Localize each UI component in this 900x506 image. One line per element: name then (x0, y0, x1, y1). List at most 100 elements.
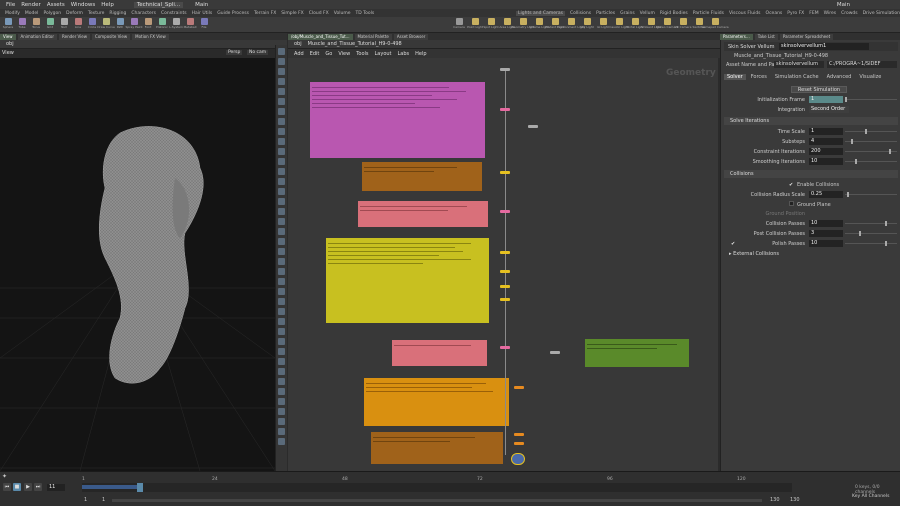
tool-caustic-light[interactable]: Caustic Light (609, 17, 629, 32)
network-tool-icon[interactable] (278, 118, 285, 125)
start-frame-field-2[interactable]: 1 (102, 497, 105, 503)
tool-spot-light[interactable]: Spot Light (483, 17, 499, 32)
node-yellow[interactable] (500, 171, 510, 174)
tool-line[interactable]: Line (72, 17, 84, 32)
network-tool-icon[interactable] (278, 338, 285, 345)
shelf-tab-cloud-fx[interactable]: Cloud FX (309, 11, 329, 16)
collision-radius-field[interactable]: 0.25 (809, 191, 843, 198)
sticky-note-green[interactable] (585, 339, 689, 367)
asset-path-field[interactable]: C:/PROGRA~1/SIDEF (827, 61, 897, 68)
tool-null[interactable]: Null (58, 17, 70, 32)
post-collision-passes-field[interactable]: 3 (809, 230, 843, 237)
external-collisions-section[interactable]: ▸ External Collisions (729, 251, 779, 257)
network-tool-icon[interactable] (278, 48, 285, 55)
tool-metaball[interactable]: Metaball (184, 17, 196, 32)
tab-view[interactable]: View (0, 33, 16, 40)
network-tool-icon[interactable] (278, 98, 285, 105)
constraint-iterations-slider[interactable] (845, 149, 897, 154)
init-frame-slider[interactable] (845, 97, 897, 102)
network-path-obj[interactable]: obj (294, 41, 302, 47)
network-menu-layout[interactable]: Layout (375, 51, 392, 57)
tool-environment-light[interactable]: Environment Light (557, 17, 585, 32)
shelf-tab-modify[interactable]: Modify (5, 11, 20, 16)
shelf-tab-particle-fluids[interactable]: Particle Fluids (693, 11, 724, 16)
sticky-note-yellow[interactable] (326, 238, 489, 323)
menu-assets[interactable]: Assets (47, 2, 65, 8)
shelf-tab-wires[interactable]: Wires (824, 11, 836, 16)
network-tool-icon[interactable] (278, 188, 285, 195)
menu-file[interactable]: File (6, 2, 15, 8)
shelf-tab-constraints[interactable]: Constraints (161, 11, 187, 16)
sticky-note-brown[interactable] (362, 162, 482, 191)
network-tool-icon[interactable] (278, 278, 285, 285)
network-tool-icon[interactable] (278, 58, 285, 65)
network-tool-icon[interactable] (278, 328, 285, 335)
node-object-merge[interactable] (500, 68, 510, 71)
network-tool-icon[interactable] (278, 208, 285, 215)
tool-font[interactable]: Font (142, 17, 154, 32)
node-side-2[interactable] (550, 351, 560, 354)
network-tool-icon[interactable] (278, 228, 285, 235)
tool-point-light[interactable]: Point Light (467, 17, 483, 32)
tab-render-view[interactable]: Render View (59, 33, 91, 40)
shelf-tab-texture[interactable]: Texture (88, 11, 104, 16)
tab-material-palette[interactable]: Material Palette (354, 33, 392, 40)
persp-menu[interactable]: Persp (226, 50, 243, 55)
shelf-tab-particles[interactable]: Particles (596, 11, 615, 16)
network-tool-icon[interactable] (278, 78, 285, 85)
shelf-tab-deform[interactable]: Deform (66, 11, 83, 16)
network-tool-icon[interactable] (278, 148, 285, 155)
collisions-section[interactable]: Collisions (724, 170, 898, 178)
play-button[interactable]: ▶ (24, 483, 32, 491)
tab-obj-muscle-and-tissue-tut[interactable]: /obj/Muscle_and_Tissue_Tut... (288, 33, 353, 40)
tool-file[interactable]: File (198, 17, 210, 32)
shelf-tab-characters[interactable]: Characters (131, 11, 156, 16)
network-menu-help[interactable]: Help (415, 51, 426, 57)
time-scale-field[interactable]: 1 (809, 128, 843, 135)
node-pink-2[interactable] (500, 210, 510, 213)
3d-viewport[interactable] (0, 58, 275, 471)
network-menu-labs[interactable]: Labs (398, 51, 410, 57)
tool-geometry-light[interactable]: Geometry Light (511, 17, 535, 32)
tool-path[interactable]: Path (114, 17, 126, 32)
tool-sky-light[interactable]: Sky Light (580, 17, 594, 32)
network-tool-icon[interactable] (278, 108, 285, 115)
jump-end-button[interactable]: ⏭ (34, 483, 42, 491)
polish-passes-slider[interactable] (845, 241, 897, 246)
network-menu-go[interactable]: Go (325, 51, 332, 57)
sticky-note-orange[interactable] (364, 378, 509, 426)
desktop-main-right[interactable]: Main (837, 2, 850, 8)
asset-name-field[interactable]: skinsolvervellum (774, 61, 824, 68)
network-tool-icon[interactable] (278, 418, 285, 425)
smoothing-iterations-slider[interactable] (845, 159, 897, 164)
node-pink[interactable] (500, 108, 510, 111)
network-tool-icon[interactable] (278, 288, 285, 295)
network-tool-icon[interactable] (278, 168, 285, 175)
network-tool-icon[interactable] (278, 368, 285, 375)
tab-parameter-spreadsheet[interactable]: Parameter Spreadsheet (779, 33, 834, 40)
network-tool-icon[interactable] (278, 428, 285, 435)
node-orange[interactable] (514, 386, 524, 389)
network-tool-icon[interactable] (278, 388, 285, 395)
tool-sphere[interactable]: Sphere (2, 17, 14, 32)
desktop-main[interactable]: Main (195, 2, 208, 8)
time-scale-slider[interactable] (845, 129, 897, 134)
network-tool-icon[interactable] (278, 68, 285, 75)
tool-l-system[interactable]: L-System (169, 17, 183, 32)
tab-animation-editor[interactable]: Animation Editor (17, 33, 58, 40)
enable-collisions-checkbox[interactable]: ✔ (789, 182, 793, 188)
node-yellow-3[interactable] (500, 270, 510, 273)
sticky-note-magenta[interactable] (310, 82, 485, 158)
network-tool-icon[interactable] (278, 378, 285, 385)
tab-parameters[interactable]: Parameters... (720, 33, 753, 40)
end-frame-field[interactable]: 130 (770, 497, 780, 503)
network-tool-icon[interactable] (278, 398, 285, 405)
network-editor[interactable]: Geometry (288, 58, 718, 471)
shelf-tab-volume[interactable]: Volume (334, 11, 351, 16)
network-tool-icon[interactable] (278, 298, 285, 305)
node-orange-3[interactable] (514, 442, 524, 445)
network-menu-add[interactable]: Add (294, 51, 304, 57)
menu-render[interactable]: Render (21, 2, 41, 8)
network-tool-icon[interactable] (278, 248, 285, 255)
shelf-tab-grains[interactable]: Grains (620, 11, 635, 16)
